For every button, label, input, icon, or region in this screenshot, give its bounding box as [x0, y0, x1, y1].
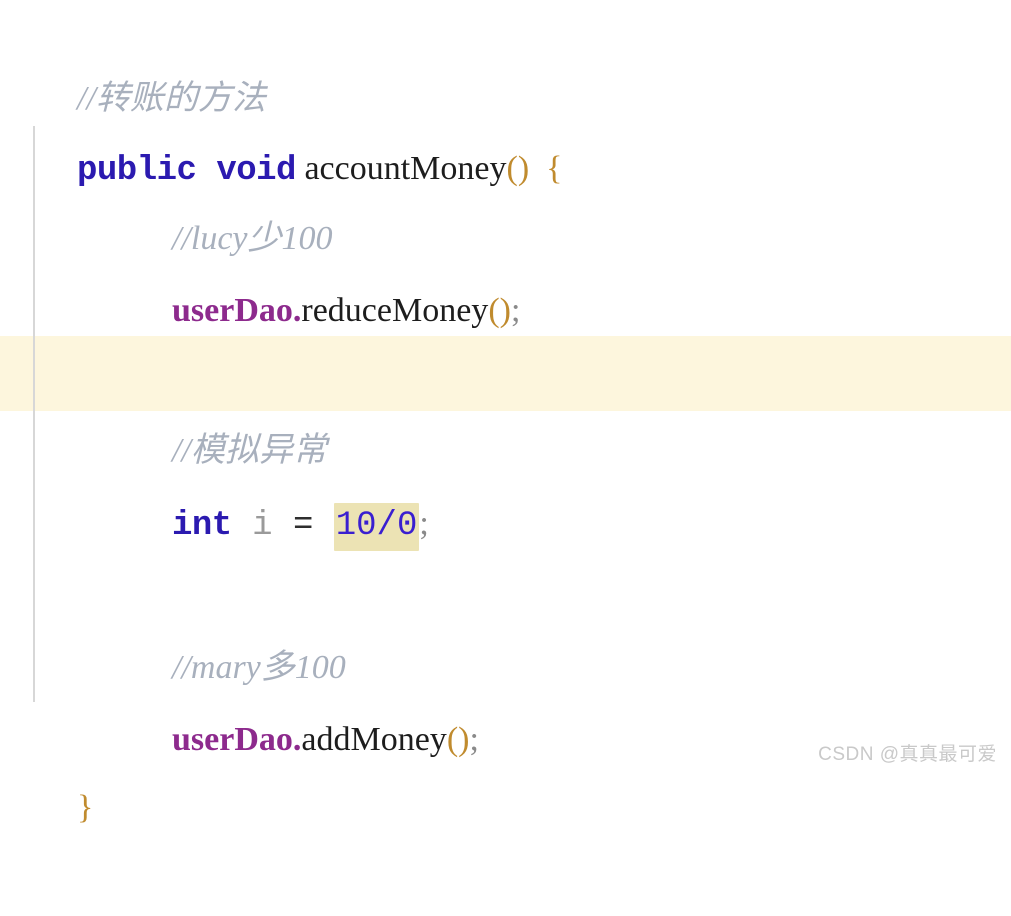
code-line-5[interactable]: //模拟异常 — [0, 343, 1011, 469]
code-editor-view: //转账的方法 public void accountMoney() { //l… — [0, 0, 1011, 826]
code-line-2[interactable]: public void accountMoney() { — [0, 61, 1011, 190]
close-brace: } — [77, 789, 94, 826]
semicolon: ; — [419, 505, 429, 542]
parentheses: () — [488, 292, 511, 329]
code-line-6[interactable]: int i = 10/0; — [0, 416, 1011, 551]
code-line-3[interactable]: //lucy少100 — [0, 131, 1011, 257]
code-line-8[interactable]: userDao.addMoney(); — [0, 632, 1011, 758]
keyword-int: int — [172, 507, 232, 545]
method-name-reducemoney: reduceMoney — [301, 292, 489, 329]
code-line-1[interactable]: //转账的方法 — [0, 0, 1011, 117]
code-line-7[interactable]: //mary多100 — [0, 560, 1011, 686]
code-line-4[interactable]: userDao.reduceMoney(); — [0, 203, 1011, 329]
expression-10-div-0[interactable]: 10/0 — [333, 503, 420, 551]
semicolon: ; — [510, 292, 521, 329]
assignment-operator: = — [292, 507, 314, 545]
field-userdao: userDao — [172, 292, 293, 329]
csdn-watermark: CSDN @真真最可爱 — [818, 744, 997, 765]
variable-i: i — [252, 507, 273, 545]
